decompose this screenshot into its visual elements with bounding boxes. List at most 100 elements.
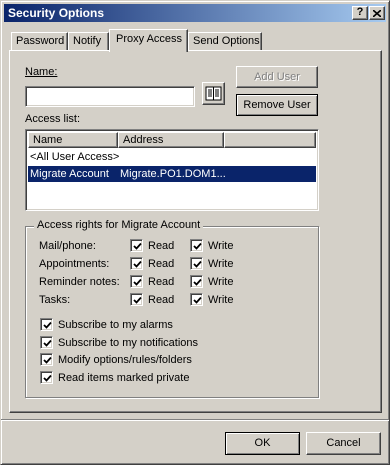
access-list[interactable]: Name Address <All User Access> Migrate A… [25,129,319,211]
check-icon [133,278,142,286]
access-list-label: Access list: [25,113,80,125]
cancel-button[interactable]: Cancel [306,432,381,455]
read-private-label-text: Read items marked private [58,372,190,384]
address-book-icon [205,86,222,101]
access-rights-title-text: Access rights for Migrate Account [37,219,201,231]
list-item-address: Migrate.PO1.DOM1... [120,168,226,180]
tasks-read-label: Read [148,294,174,306]
list-item[interactable]: <All User Access> [28,149,316,165]
name-label-text: Name: [25,66,58,78]
subscribe-notifications-checkbox[interactable] [40,336,53,349]
appointments-read-label: Read [148,258,174,270]
access-list-label-text: Access list: [25,113,81,125]
column-header-name[interactable]: Name [28,132,118,148]
column-header-address-label: Address [123,134,164,146]
write-label-text: Write [208,240,234,252]
tasks-read-checkbox[interactable] [130,293,143,306]
security-options-dialog: Security Options ? Password Notify Proxy… [0,0,390,465]
check-icon [133,242,142,250]
appointments-label-text: Appointments: [39,258,110,270]
appointments-label: Appointments: [39,258,109,270]
column-header-name-label: Name [33,134,63,146]
read-private-label: Read items marked private [58,372,189,384]
column-header-address[interactable]: Address [118,132,224,148]
subscribe-notifications-label: Subscribe to my notifications [58,337,198,349]
modify-options-label-text: Modify options/rules/folders [58,354,192,366]
add-user-button[interactable]: Add User [236,66,318,88]
window-title: Security Options [8,6,105,20]
read-private-checkbox[interactable] [40,371,53,384]
add-user-label: Add User [254,71,300,83]
mail-phone-read-label: Read [148,240,174,252]
read-label-text: Read [148,240,175,252]
name-input[interactable] [25,86,195,107]
write-label-text: Write [208,294,234,306]
address-book-button[interactable] [202,82,225,105]
read-label-text: Read [148,276,175,288]
proxy-access-panel: Name: Add User Remove User Access list: … [9,50,382,413]
tab-send-options[interactable]: Send Options [188,32,262,51]
tab-password[interactable]: Password [11,32,68,51]
check-icon [193,296,202,304]
subscribe-notifications-label-text: Subscribe to my notifications [58,337,199,349]
tab-notify[interactable]: Notify [68,32,109,51]
check-icon [133,296,142,304]
tasks-label: Tasks: [39,294,70,306]
check-icon [193,242,202,250]
check-icon [43,374,52,382]
ok-label: OK [254,437,271,449]
list-item-name: Migrate Account [30,168,109,180]
mail-phone-write-label: Write [208,240,233,252]
title-bar[interactable]: Security Options ? [4,4,386,22]
remove-user-button[interactable]: Remove User [236,94,318,116]
column-header-filler [224,132,316,148]
close-icon [372,9,382,18]
mail-phone-write-checkbox[interactable] [190,239,203,252]
check-icon [193,260,202,268]
mail-phone-label-text: Mail/phone: [39,240,96,252]
write-label-text: Write [208,258,234,270]
tab-proxy-access[interactable]: Proxy Access [109,29,188,52]
cancel-label: Cancel [326,437,361,449]
tab-proxy-access-label: Proxy Access [116,33,183,45]
tasks-write-checkbox[interactable] [190,293,203,306]
list-item-name: <All User Access> [30,151,120,163]
read-label-text: Read [148,258,175,270]
subscribe-alarms-label-text: Subscribe to my alarms [58,319,173,331]
subscribe-alarms-label: Subscribe to my alarms [58,319,173,331]
subscribe-alarms-checkbox[interactable] [40,318,53,331]
appointments-read-checkbox[interactable] [130,257,143,270]
check-icon [43,321,52,329]
help-icon: ? [356,6,364,18]
reminder-notes-label-text: Reminder notes: [39,276,120,288]
close-button[interactable] [369,6,385,20]
reminder-notes-read-checkbox[interactable] [130,275,143,288]
access-rights-title: Access rights for Migrate Account [34,219,204,231]
check-icon [43,356,52,364]
write-label-text: Write [208,276,234,288]
name-label: Name: [25,66,57,78]
ok-button[interactable]: OK [225,432,300,455]
help-button[interactable]: ? [352,6,368,20]
list-item-selected[interactable]: Migrate Account Migrate.PO1.DOM1... [28,166,316,182]
check-icon [43,339,52,347]
footer-divider [1,419,389,421]
appointments-write-checkbox[interactable] [190,257,203,270]
reminder-notes-read-label: Read [148,276,174,288]
tasks-label-text: Tasks: [39,294,71,306]
read-label-text: Read [148,294,175,306]
reminder-notes-write-label: Write [208,276,233,288]
tab-password-label: Password [16,35,65,47]
reminder-notes-write-checkbox[interactable] [190,275,203,288]
tab-notify-label: Notify [73,35,102,47]
tab-send-options-label: Send Options [193,35,260,47]
modify-options-checkbox[interactable] [40,353,53,366]
reminder-notes-label: Reminder notes: [39,276,120,288]
remove-user-label: Remove User [243,99,311,111]
mail-phone-read-checkbox[interactable] [130,239,143,252]
modify-options-label: Modify options/rules/folders [58,354,192,366]
appointments-write-label: Write [208,258,233,270]
check-icon [133,260,142,268]
tasks-write-label: Write [208,294,233,306]
mail-phone-label: Mail/phone: [39,240,96,252]
